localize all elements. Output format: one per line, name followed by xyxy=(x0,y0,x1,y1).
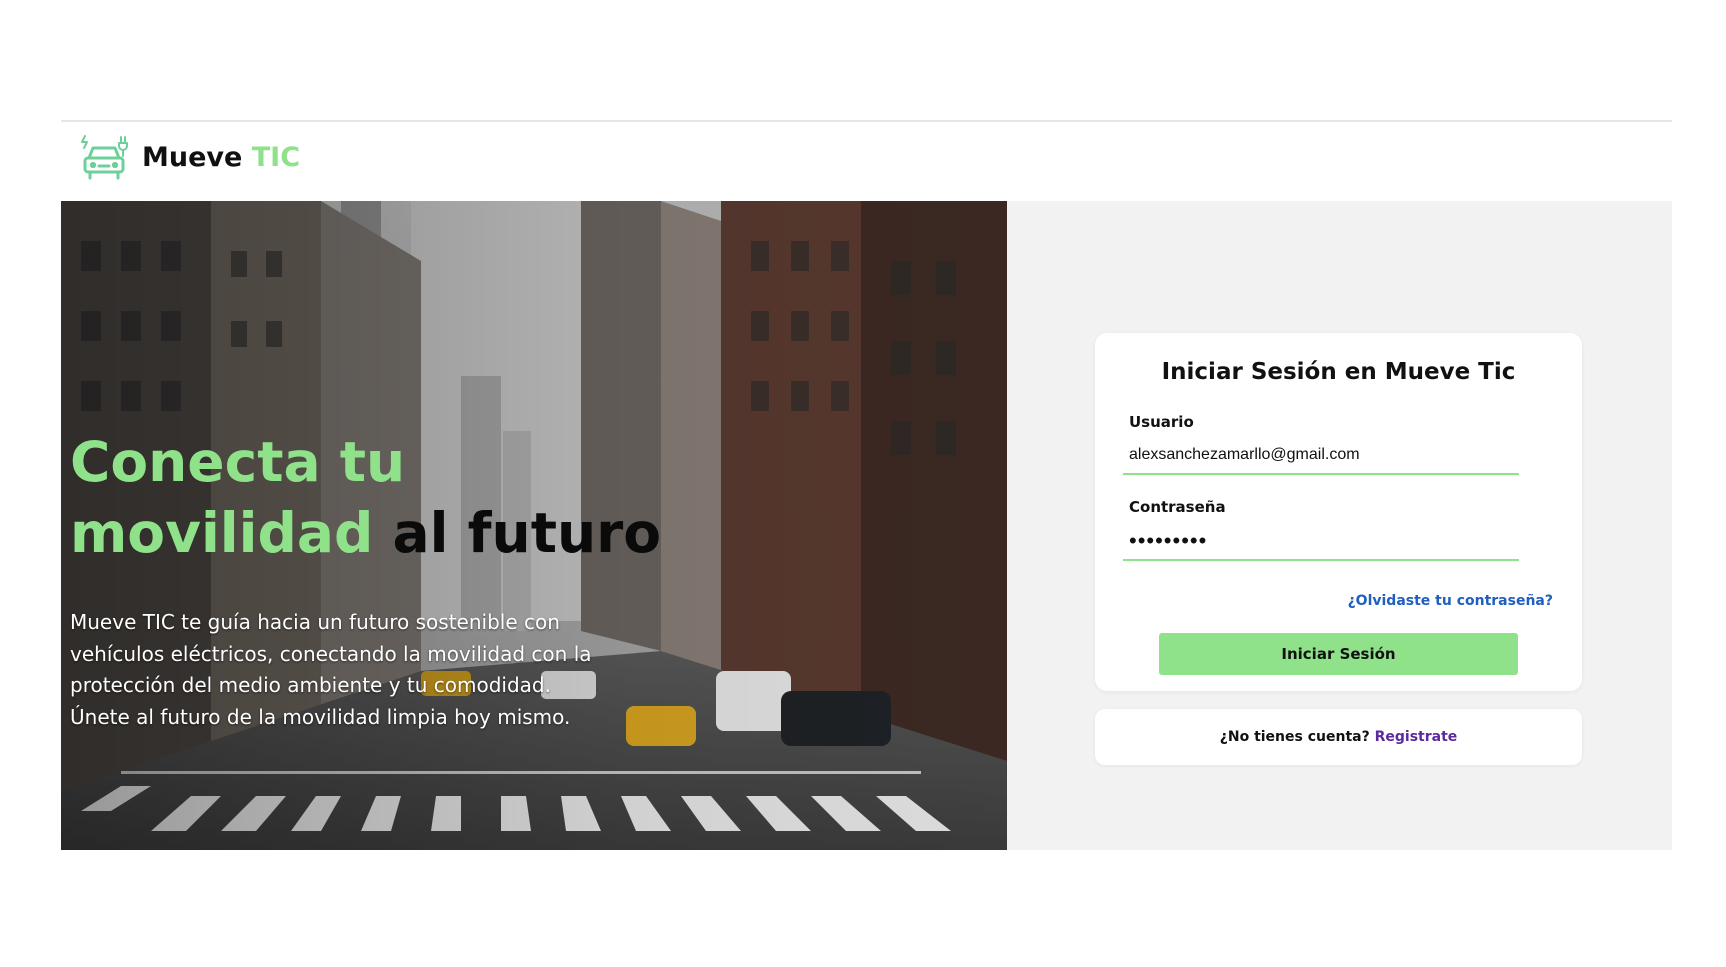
hero-title-rest: al futuro xyxy=(392,501,662,565)
username-input[interactable] xyxy=(1123,437,1519,475)
hero-description: Mueve TIC te guía hacia un futuro sosten… xyxy=(70,610,592,729)
password-label: Contraseña xyxy=(1129,498,1226,516)
forgot-password-link[interactable]: ¿Olvidaste tu contraseña? xyxy=(1348,593,1553,609)
register-prompt: ¿No tienes cuenta? xyxy=(1219,729,1370,745)
hero-title-line1: Conecta tu xyxy=(70,430,406,494)
brand-name[interactable]: Mueve TIC xyxy=(142,142,300,174)
app-shell: Mueve TIC Conecta tu movilidad al futuro… xyxy=(61,120,1672,850)
password-input[interactable] xyxy=(1123,523,1519,561)
brand-accent: TIC xyxy=(251,142,301,173)
register-link[interactable]: Registrate xyxy=(1375,729,1458,745)
login-title: Iniciar Sesión en Mueve Tic xyxy=(1161,359,1516,385)
hero-panel: Conecta tu movilidad al futuro Mueve TIC… xyxy=(61,201,1007,850)
hero-title-highlight: movilidad xyxy=(70,501,374,565)
brand-primary: Mueve xyxy=(142,142,243,173)
login-card: Iniciar Sesión en Mueve Tic Usuario Cont… xyxy=(1095,333,1582,691)
login-panel: Iniciar Sesión en Mueve Tic Usuario Cont… xyxy=(1007,201,1672,850)
username-label: Usuario xyxy=(1129,413,1194,431)
site-header: Mueve TIC xyxy=(61,122,1672,201)
login-button[interactable]: Iniciar Sesión xyxy=(1159,633,1518,675)
hero-title: Conecta tu movilidad al futuro xyxy=(70,427,661,569)
register-card: ¿No tienes cuenta? Registrate xyxy=(1095,709,1582,765)
electric-car-icon xyxy=(81,135,128,180)
